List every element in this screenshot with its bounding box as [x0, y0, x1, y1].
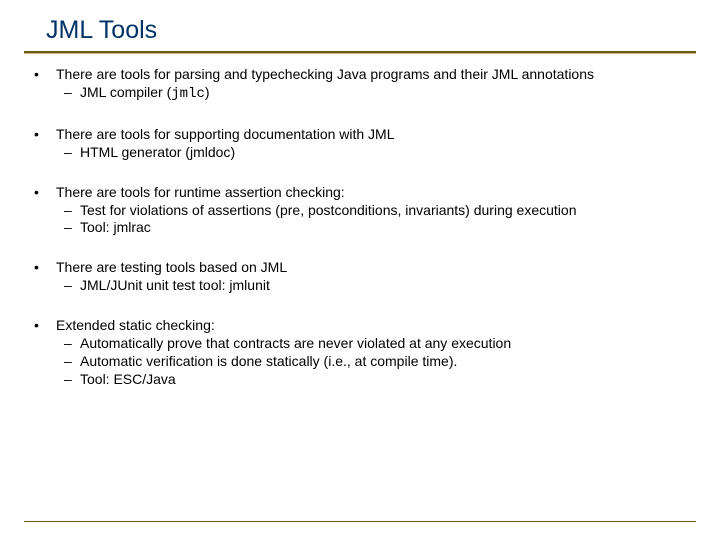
tool-jmlrac: jmlrac	[113, 219, 150, 235]
sub-bullet-jmldoc: HTML generator (jmldoc)	[56, 144, 692, 162]
tool-jmlunit: jmlunit	[229, 277, 269, 293]
sub-text: Tool:	[80, 219, 113, 235]
sub-text: JML/JUnit unit test tool:	[80, 277, 229, 293]
sub-text: Automatically prove that contracts are n…	[80, 335, 511, 351]
sub-text: Automatic verification is done staticall…	[80, 353, 457, 369]
bullet-documentation: There are tools for supporting documenta…	[28, 126, 692, 162]
slide-content: There are tools for parsing and typechec…	[0, 54, 720, 389]
sub-bullet-escjava: Tool: ESC/Java	[56, 371, 692, 389]
sub-bullet-jmlunit: JML/JUnit unit test tool: jmlunit	[56, 277, 692, 295]
sub-bullet-violations: Test for violations of assertions (pre, …	[56, 202, 692, 220]
tool-escjava: ESC/Java	[113, 371, 175, 387]
bullet-testing: There are testing tools based on JML JML…	[28, 259, 692, 295]
bullet-static-checking: Extended static checking: Automatically …	[28, 317, 692, 389]
sub-bullet-jmlc: JML compiler (jmlc)	[56, 84, 692, 104]
sub-text: Test for violations of assertions (pre, …	[80, 202, 576, 218]
sub-bullet-prove: Automatically prove that contracts are n…	[56, 335, 692, 353]
sub-text: Tool:	[80, 371, 113, 387]
bullet-text: There are testing tools based on JML	[56, 259, 287, 275]
sub-text: HTML generator (	[80, 144, 190, 160]
sub-bullet-static: Automatic verification is done staticall…	[56, 353, 692, 371]
bullet-runtime-checking: There are tools for runtime assertion ch…	[28, 184, 692, 238]
tool-jmldoc: jmldoc	[190, 144, 230, 160]
sub-text-post: )	[230, 144, 235, 160]
bullet-text: There are tools for parsing and typechec…	[56, 66, 594, 82]
footer-rule	[24, 521, 696, 522]
slide-title: JML Tools	[0, 0, 720, 51]
sub-text: JML compiler (	[80, 84, 171, 100]
bullet-parsing: There are tools for parsing and typechec…	[28, 66, 692, 104]
sub-text-post: )	[205, 84, 210, 100]
slide: { "title": "JML Tools", "bullets": { "b1…	[0, 0, 720, 540]
tool-jmlc: jmlc	[171, 86, 205, 102]
bullet-text: Extended static checking:	[56, 317, 215, 333]
bullet-text: There are tools for runtime assertion ch…	[56, 184, 345, 200]
bullet-text: There are tools for supporting documenta…	[56, 126, 395, 142]
sub-bullet-jmlrac: Tool: jmlrac	[56, 219, 692, 237]
